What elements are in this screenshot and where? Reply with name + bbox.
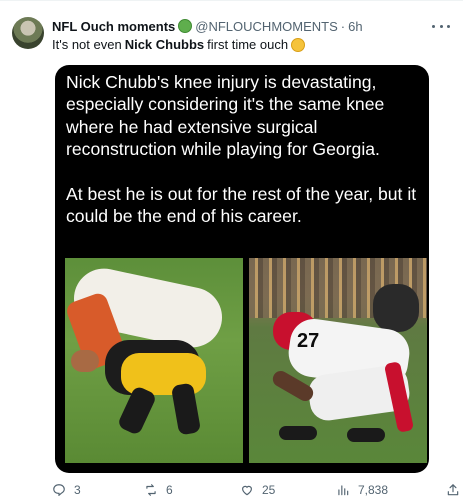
repost-icon	[146, 484, 156, 496]
nauseated-face-icon	[178, 19, 193, 33]
media-paragraph-1: Nick Chubb's knee injury is devastating,…	[66, 72, 385, 160]
like-count: 25	[262, 483, 276, 496]
reply-count: 3	[74, 483, 81, 496]
tweet-card[interactable]: NFL Ouch moments @NFLOUCHMOMENTS · 6h It…	[0, 0, 463, 496]
avatar[interactable]	[12, 17, 44, 49]
tweet-text-after: first time ouch	[207, 37, 289, 52]
jersey-number: 27	[297, 330, 320, 352]
tweet-text-before: It's not even	[52, 37, 122, 52]
tweet-actions: 3 6 25 7,838	[52, 483, 459, 496]
georgia-player-injury-photo: 27	[249, 258, 427, 463]
heart-icon	[242, 485, 252, 496]
media-image[interactable]: Nick Chubb's knee injury is devastating,…	[55, 65, 429, 473]
browns-steelers-tackle-photo	[65, 258, 243, 463]
display-name[interactable]: NFL Ouch moments	[52, 19, 175, 34]
reply-button[interactable]: 3	[52, 483, 81, 496]
share-icon	[447, 484, 459, 496]
like-button[interactable]: 25	[240, 483, 275, 496]
grimacing-face-icon	[291, 38, 306, 52]
media-paragraph-2: At best he is out for the rest of the ye…	[66, 183, 417, 227]
views-button[interactable]: 7,838	[336, 483, 388, 496]
repost-count: 6	[166, 483, 173, 496]
views-icon	[338, 485, 349, 496]
tweet-header: NFL Ouch moments @NFLOUCHMOMENTS · 6h	[52, 18, 363, 34]
reply-icon	[53, 484, 65, 496]
separator-dot: ·	[340, 18, 346, 34]
more-options-icon[interactable]	[432, 18, 450, 34]
views-count: 7,838	[358, 483, 389, 496]
media-caption: Nick Chubb's knee injury is devastating,…	[66, 71, 426, 227]
user-handle[interactable]: @NFLOUCHMOMENTS	[195, 19, 337, 34]
repost-button[interactable]: 6	[144, 483, 173, 496]
share-button[interactable]	[446, 483, 460, 496]
tweet-text: It's not even Nick Chubbs first time ouc…	[52, 37, 308, 53]
timestamp[interactable]: 6h	[348, 19, 362, 34]
tweet-text-bold: Nick Chubbs	[124, 37, 205, 52]
